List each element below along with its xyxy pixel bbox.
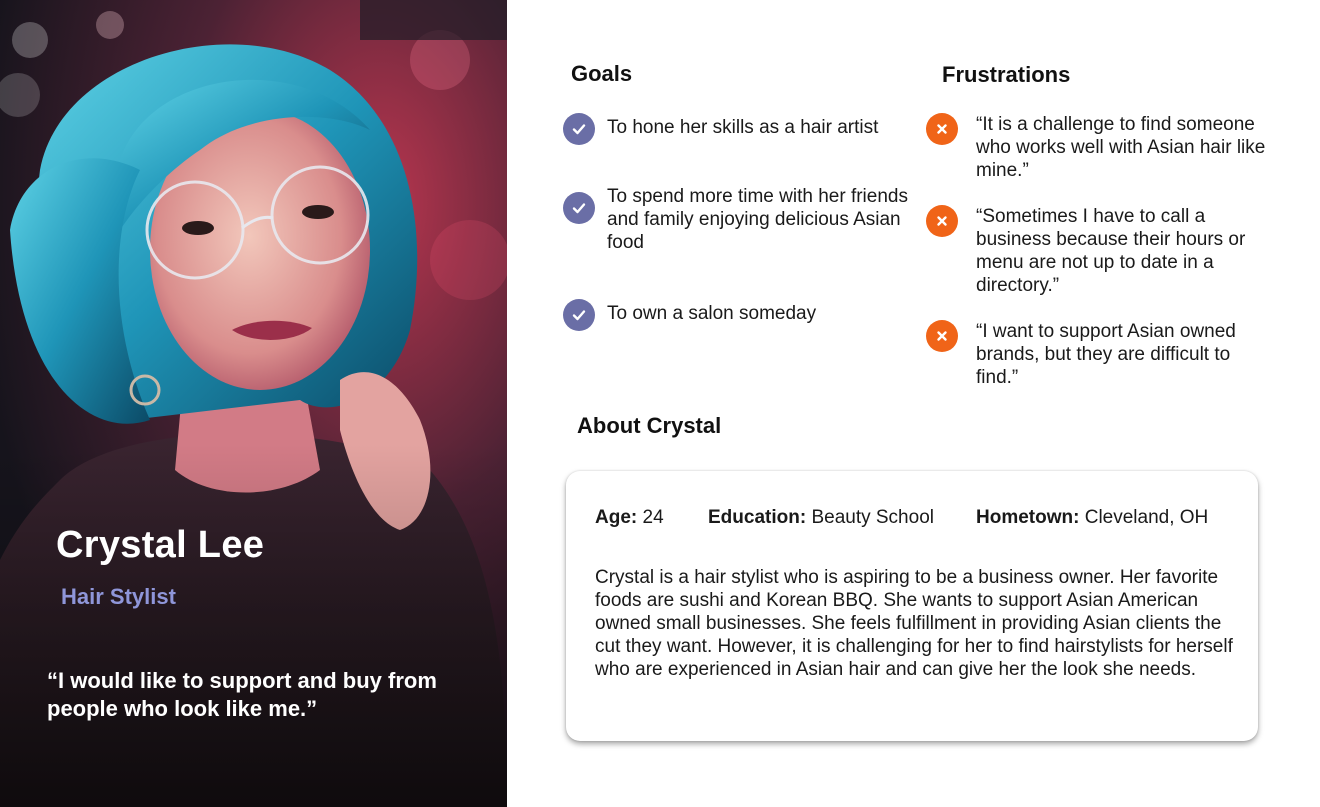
- frustration-text: “I want to support Asian owned brands, b…: [976, 321, 1236, 388]
- education-fact: Education: Beauty School: [708, 507, 934, 529]
- check-icon: [563, 113, 595, 145]
- goal-text: To hone her skills as a hair artist: [607, 117, 879, 138]
- persona-card: Crystal Lee Hair Stylist “I would like t…: [0, 0, 1320, 807]
- goal-text: To own a salon someday: [607, 303, 817, 324]
- hometown-fact: Hometown: Cleveland, OH: [976, 507, 1208, 529]
- about-card: Age: 24 Education: Beauty School Hometow…: [566, 471, 1258, 741]
- bio-text: Crystal is a hair stylist who is aspirin…: [595, 567, 1233, 680]
- frustrations-heading: Frustrations: [942, 62, 1071, 87]
- portrait-panel: Crystal Lee Hair Stylist “I would like t…: [0, 0, 507, 807]
- x-icon: [926, 320, 958, 352]
- education-label: Education:: [708, 507, 807, 528]
- frustration-item: “I want to support Asian owned brands, b…: [926, 320, 1271, 389]
- x-icon: [926, 113, 958, 145]
- x-icon: [926, 205, 958, 237]
- persona-quote: “I would like to support and buy from pe…: [47, 668, 437, 721]
- persona-role: Hair Stylist: [61, 584, 176, 609]
- goal-item: To hone her skills as a hair artist: [563, 113, 908, 145]
- goals-heading: Goals: [571, 61, 633, 86]
- hometown-value: Cleveland, OH: [1084, 507, 1209, 528]
- persona-name: Crystal Lee: [56, 524, 265, 566]
- age-fact: Age: 24: [595, 507, 664, 529]
- check-icon: [563, 192, 595, 224]
- goal-text: To spend more time with her friends and …: [607, 186, 908, 253]
- age-value: 24: [642, 507, 664, 528]
- check-icon: [563, 299, 595, 331]
- goal-item: To spend more time with her friends and …: [563, 186, 908, 254]
- frustration-text: “It is a challenge to find someone who w…: [976, 114, 1266, 181]
- frustration-item: “It is a challenge to find someone who w…: [926, 113, 1271, 182]
- about-heading: About Crystal: [577, 413, 722, 438]
- frustration-text: “Sometimes I have to call a business bec…: [976, 206, 1246, 296]
- education-value: Beauty School: [811, 507, 934, 528]
- frustration-item: “Sometimes I have to call a business bec…: [926, 205, 1271, 297]
- goal-item: To own a salon someday: [563, 299, 908, 331]
- age-label: Age:: [595, 507, 638, 528]
- hometown-label: Hometown:: [976, 507, 1080, 528]
